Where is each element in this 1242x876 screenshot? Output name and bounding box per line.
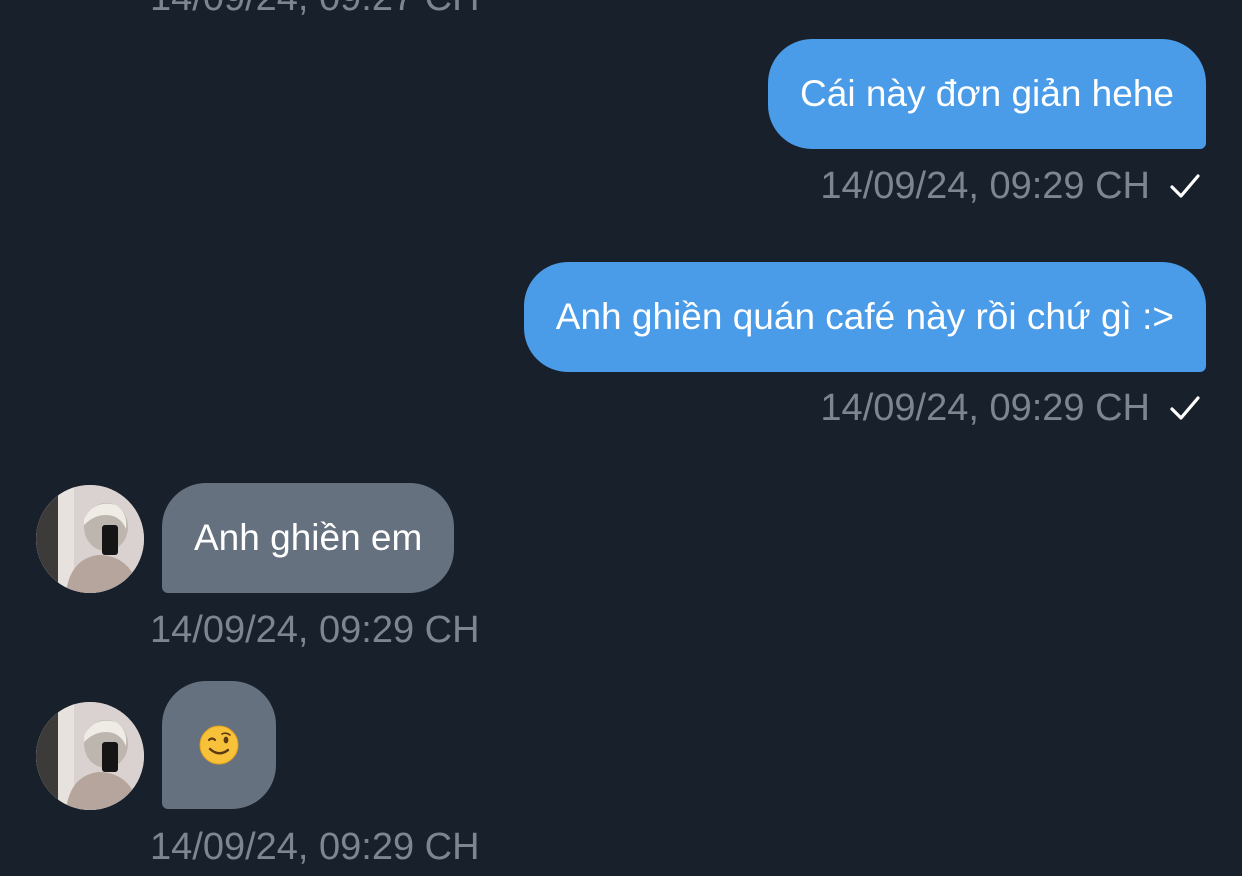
message-text: Anh ghiền quán café này rồi chứ gì :> (555, 296, 1174, 337)
previous-message-timestamp: 14/09/24, 09:27 CH (150, 0, 480, 20)
avatar-photo (36, 485, 144, 593)
message-timestamp: 14/09/24, 09:29 CH (820, 165, 1150, 207)
avatar-photo (36, 702, 144, 810)
outgoing-message-bubble[interactable]: Anh ghiền quán café này rồi chứ gì :> (523, 262, 1206, 372)
outgoing-message-bubble[interactable]: Cái này đơn giản hehe (768, 39, 1206, 149)
avatar[interactable] (36, 485, 144, 593)
message-text: Cái này đơn giản hehe (800, 73, 1174, 114)
incoming-message-bubble[interactable]: Anh ghiền em (162, 483, 455, 593)
winking-face-emoji (199, 725, 239, 765)
message-timestamp: 14/09/24, 09:29 CH (150, 826, 480, 868)
check-icon (1170, 396, 1200, 420)
chat-thread[interactable]: 14/09/24, 09:27 CH Cái này đơn giản hehe… (0, 0, 1242, 876)
avatar[interactable] (36, 702, 144, 810)
incoming-message-bubble[interactable] (162, 681, 276, 809)
message-timestamp: 14/09/24, 09:29 CH (820, 387, 1150, 429)
check-icon (1170, 174, 1200, 198)
message-timestamp: 14/09/24, 09:29 CH (150, 609, 480, 651)
message-meta: 14/09/24, 09:29 CH (820, 386, 1202, 430)
message-meta: 14/09/24, 09:29 CH (820, 164, 1202, 208)
message-text: Anh ghiền em (194, 517, 423, 558)
